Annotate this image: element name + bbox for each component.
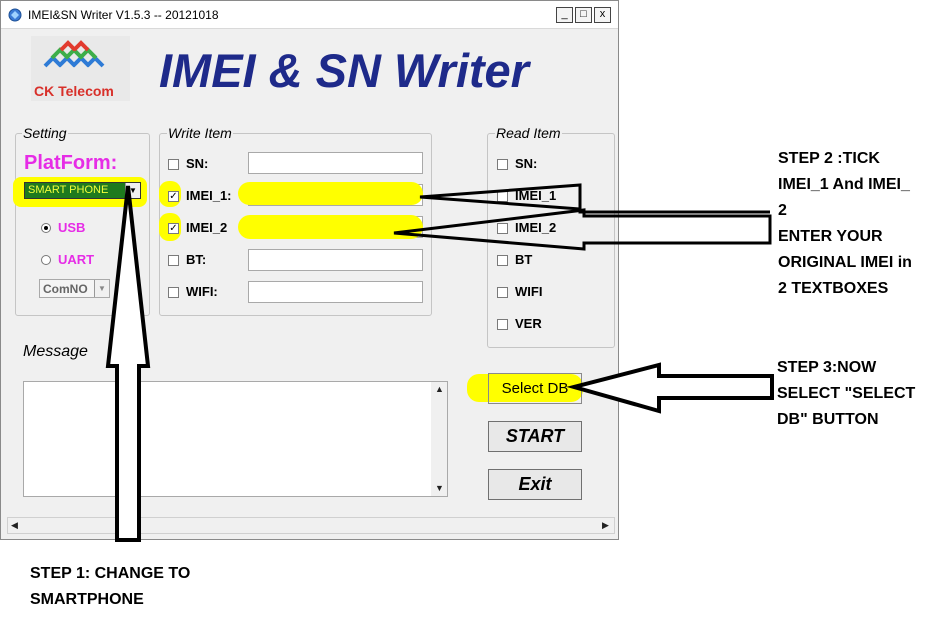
step1-arrow xyxy=(105,185,151,542)
step3-arrow xyxy=(566,362,774,414)
step3-line-2: SELECT "SELECT xyxy=(777,385,916,402)
step2-annotation: STEP 2 :TICK IMEI_1 And IMEI_ 2 ENTER YO… xyxy=(778,146,912,302)
step1-line-2: SMARTPHONE xyxy=(30,591,144,608)
step2-line-3: 2 xyxy=(778,202,787,219)
step2-line-5: ORIGINAL IMEI in xyxy=(778,254,912,271)
step2-line-1: STEP 2 :TICK xyxy=(778,150,880,167)
step2-arrow-imei2 xyxy=(393,208,772,251)
step3-annotation: STEP 3:NOW SELECT "SELECT DB" BUTTON xyxy=(777,355,915,433)
step2-line-2: IMEI_1 And IMEI_ xyxy=(778,176,910,193)
step1-line-1: STEP 1: CHANGE TO xyxy=(30,565,191,582)
annotation-arrows xyxy=(105,183,774,542)
step2-arrow-imei1 xyxy=(419,183,770,214)
step2-line-6: 2 TEXTBOXES xyxy=(778,280,889,297)
step2-line-4: ENTER YOUR xyxy=(778,228,883,245)
step3-line-3: DB" BUTTON xyxy=(777,411,879,428)
step1-annotation: STEP 1: CHANGE TO SMARTPHONE xyxy=(30,561,190,613)
step3-line-1: STEP 3:NOW xyxy=(777,359,877,376)
